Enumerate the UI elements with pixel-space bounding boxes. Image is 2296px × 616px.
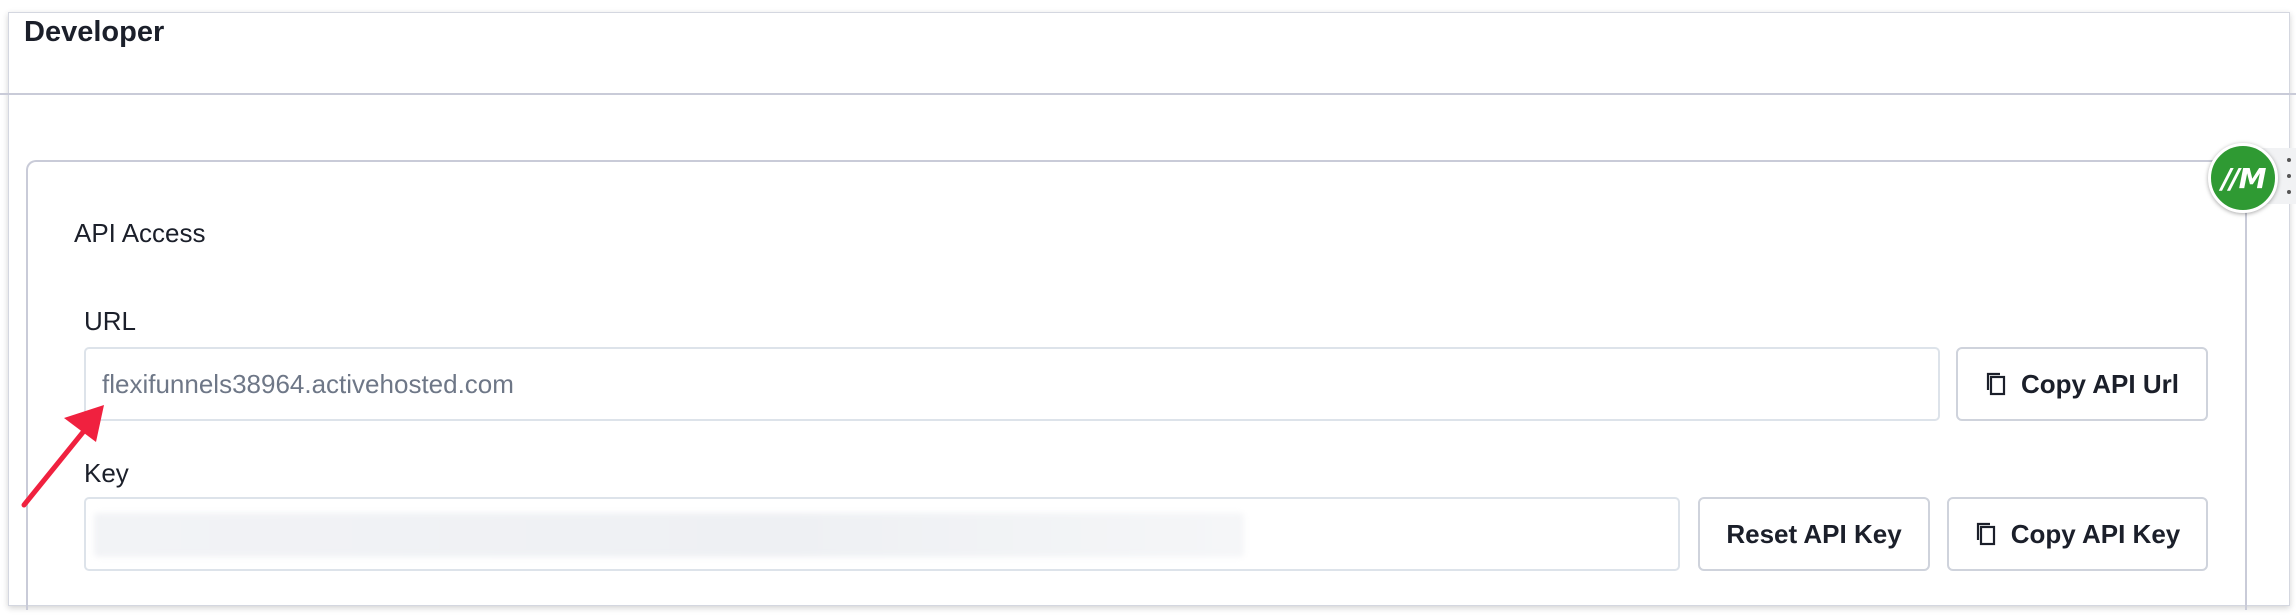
copy-icon — [1986, 372, 2006, 396]
extension-logo-text: // M — [2221, 161, 2266, 195]
extension-logo-icon[interactable]: // M — [2208, 143, 2278, 213]
copy-api-key-button[interactable]: Copy API Key — [1947, 497, 2208, 571]
copy-api-url-label: Copy API Url — [2021, 368, 2179, 399]
copy-api-key-label: Copy API Key — [2010, 518, 2181, 549]
reset-api-key-button[interactable]: Reset API Key — [1698, 497, 1930, 571]
api-url-value: flexifunnels38964.activehosted.com — [102, 369, 514, 399]
header-divider — [0, 93, 2296, 95]
masked-api-key — [94, 513, 1244, 557]
api-url-field[interactable]: flexifunnels38964.activehosted.com — [84, 347, 1940, 421]
api-key-field[interactable] — [84, 497, 1680, 571]
copy-api-url-button[interactable]: Copy API Url — [1956, 347, 2208, 421]
more-vertical-icon[interactable] — [2286, 158, 2292, 194]
reset-api-key-label: Reset API Key — [1726, 518, 1902, 549]
section-title: API Access — [74, 218, 206, 248]
key-label: Key — [84, 458, 129, 488]
copy-icon — [1976, 522, 1995, 546]
url-label: URL — [84, 306, 137, 336]
page-title: Developer — [24, 16, 165, 48]
